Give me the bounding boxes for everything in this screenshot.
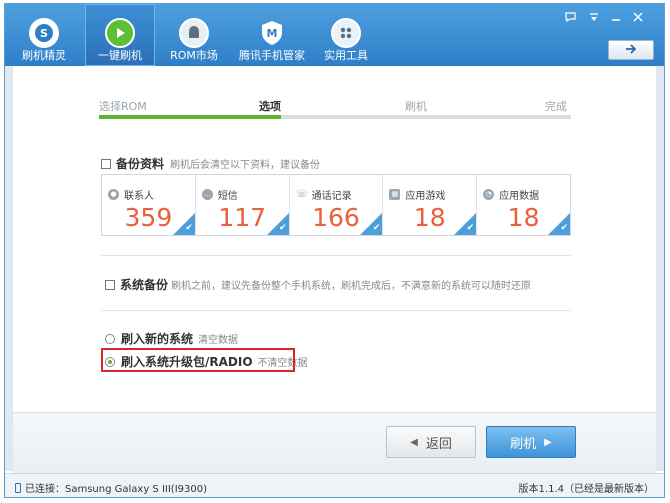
option-hint: 清空数据 bbox=[198, 335, 239, 346]
menu-icon[interactable] bbox=[589, 12, 599, 25]
step-progress-bar bbox=[99, 115, 571, 119]
check-icon: ✔ bbox=[466, 223, 475, 233]
connection-status: 已连接：Samsung Galaxy S III(I9300) bbox=[25, 484, 208, 495]
check-icon: ✔ bbox=[279, 223, 287, 233]
right-frame bbox=[656, 66, 664, 471]
backup-data-row: 备份资料 刷机后会清空以下资料，建议备份 bbox=[101, 155, 320, 172]
android-icon bbox=[179, 18, 209, 48]
step-flash: 刷机 bbox=[405, 100, 427, 113]
backup-card-call-log[interactable]: ☏ 通话记录 166 ✔ bbox=[290, 175, 384, 235]
nav-rom-market[interactable]: ROM市场 bbox=[159, 4, 229, 66]
system-backup-checkbox[interactable] bbox=[105, 279, 115, 290]
step-done: 完成 bbox=[545, 100, 567, 113]
system-backup-row: 系统备份 刷机之前，建议先备份整个手机系统，刷机完成后，不满意新的系统可以随时还… bbox=[105, 276, 531, 293]
forward-arrow-button[interactable] bbox=[608, 40, 654, 60]
backup-cards: ● 联系人 359 ✔ … 短信 117 ✔ ☏ 通话记录 166 ✔ ▦ 应用游戏 1… bbox=[101, 174, 571, 236]
card-label: 短信 bbox=[217, 191, 238, 202]
backup-card-app-data[interactable]: ◔ 应用数据 18 ✔ bbox=[477, 175, 570, 235]
nav-label: 刷机精灵 bbox=[22, 49, 66, 62]
triangle-left-icon: ◀ bbox=[410, 436, 418, 448]
check-icon: ✔ bbox=[185, 223, 193, 233]
nav-label: 腾讯手机管家 bbox=[239, 49, 305, 62]
backup-data-checkbox[interactable] bbox=[101, 158, 111, 169]
card-label: 通话记录 bbox=[311, 191, 352, 202]
nav-label: 一键刷机 bbox=[98, 49, 142, 62]
contact-icon: ● bbox=[108, 189, 119, 200]
close-icon[interactable] bbox=[633, 12, 643, 25]
phone-icon bbox=[15, 482, 21, 493]
nav-label: ROM市场 bbox=[170, 49, 218, 62]
backup-card-contacts[interactable]: ● 联系人 359 ✔ bbox=[102, 175, 196, 235]
top-navigation: S 刷机精灵 一键刷机 ROM市场 M 腾讯手机管家 实用工具 bbox=[5, 4, 664, 66]
nav-tencent-manager[interactable]: M 腾讯手机管家 bbox=[233, 4, 311, 66]
check-icon: ✔ bbox=[372, 223, 381, 233]
nav-yijianshuaji[interactable]: 一键刷机 bbox=[85, 4, 155, 66]
step-select-rom: 选择ROM bbox=[99, 100, 147, 113]
flash-button-label: 刷机 bbox=[510, 436, 537, 452]
message-icon: … bbox=[201, 189, 213, 200]
triangle-right-icon: ▶ bbox=[544, 436, 552, 448]
minimize-icon[interactable] bbox=[611, 12, 621, 25]
phone-call-icon: ☏ bbox=[295, 189, 309, 200]
shield-icon: M bbox=[257, 18, 287, 48]
system-backup-title: 系统备份 bbox=[120, 278, 169, 292]
svg-text:M: M bbox=[267, 27, 278, 40]
nav-label: 实用工具 bbox=[324, 49, 368, 62]
feedback-icon[interactable] bbox=[565, 12, 576, 25]
shuajijingling-logo-icon: S bbox=[29, 18, 59, 48]
divider bbox=[101, 310, 571, 311]
app-window: S 刷机精灵 一键刷机 ROM市场 M 腾讯手机管家 实用工具 选择ROM 选项… bbox=[4, 3, 665, 498]
backup-data-title: 备份资料 bbox=[116, 157, 165, 171]
option-flash-new-system[interactable]: 刷入新的系统 清空数据 bbox=[105, 330, 238, 347]
svg-text:S: S bbox=[40, 27, 48, 40]
left-frame bbox=[5, 66, 13, 471]
back-button-label: 返回 bbox=[425, 436, 452, 452]
divider bbox=[101, 255, 571, 256]
nav-shuajijingling[interactable]: S 刷机精灵 bbox=[9, 4, 79, 66]
system-backup-hint: 刷机之前，建议先备份整个手机系统，刷机完成后，不满意新的系统可以随时还原 bbox=[171, 281, 532, 292]
option-label: 刷入新的系统 bbox=[121, 332, 194, 346]
selected-option-highlight bbox=[101, 348, 295, 372]
flash-button[interactable]: 刷机 ▶ bbox=[486, 426, 576, 458]
step-progress-fill bbox=[99, 115, 281, 119]
back-button[interactable]: ◀ 返回 bbox=[386, 426, 476, 458]
card-label: 应用游戏 bbox=[405, 191, 446, 202]
play-icon bbox=[105, 18, 135, 48]
card-label: 应用数据 bbox=[499, 191, 540, 202]
arrow-right-icon bbox=[625, 43, 637, 58]
backup-card-apps[interactable]: ▦ 应用游戏 18 ✔ bbox=[383, 175, 478, 235]
backup-card-sms[interactable]: … 短信 117 ✔ bbox=[196, 175, 290, 235]
check-icon: ✔ bbox=[560, 223, 568, 233]
step-options: 选项 bbox=[259, 100, 281, 113]
grid-icon bbox=[331, 18, 361, 48]
pie-chart-icon: ◔ bbox=[483, 189, 495, 200]
version-status: 版本1.1.4（已经是最新版本） bbox=[518, 484, 654, 495]
radio-new-system[interactable] bbox=[105, 333, 115, 344]
backup-data-hint: 刷机后会清空以下资料，建议备份 bbox=[170, 160, 321, 171]
card-label: 联系人 bbox=[124, 191, 154, 202]
action-bar: ◀ 返回 刷机 ▶ bbox=[13, 412, 656, 473]
status-bar: 已连接：Samsung Galaxy S III(I9300) 版本1.1.4（… bbox=[5, 473, 664, 497]
apps-grid-icon: ▦ bbox=[389, 189, 401, 200]
nav-tools[interactable]: 实用工具 bbox=[311, 4, 381, 66]
